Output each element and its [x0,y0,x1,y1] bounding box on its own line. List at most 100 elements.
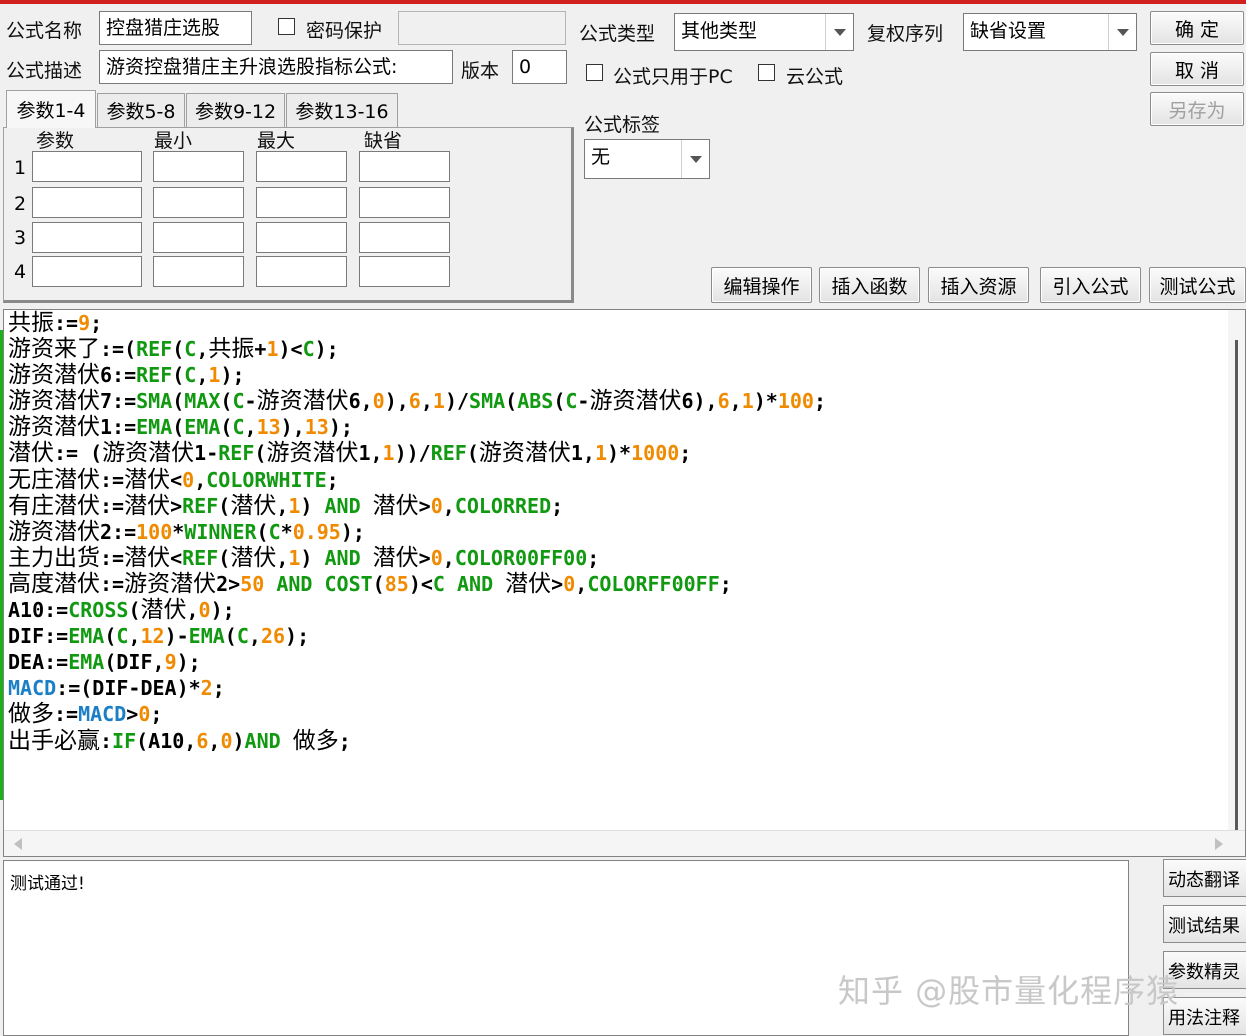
tab-params-1-4[interactable]: 参数1-4 [6,90,96,128]
tab-params-5-8[interactable]: 参数5-8 [97,93,185,127]
param-name-field[interactable] [32,256,142,287]
formula-code[interactable]: 共振:=9; 游资来了:=(REF(C,共振+1)<C); 游资潜伏6:=REF(C… [8,310,826,754]
code-token: 50 [240,571,265,596]
code-token: )* [753,389,778,414]
code-line[interactable]: 游资潜伏2:=100*WINNER(C*0.95); [8,519,826,545]
insert-function-button[interactable]: 插入函数 [819,267,920,303]
chevron-down-icon[interactable] [1108,14,1136,50]
code-line[interactable]: 潜伏:= (游资潜伏1-REF(游资潜伏1,1))/REF(游资潜伏1,1)*1… [8,440,826,466]
code-token: , [128,624,141,649]
code-token: 0 [138,702,151,727]
tab-params-13-16[interactable]: 参数13-16 [286,93,398,127]
editor-horizontal-scrollbar[interactable] [4,830,1245,856]
code-line[interactable]: 高度潜伏:=游资潜伏2>50 AND COST(85)<C AND 潜伏>0,C… [8,571,826,597]
param-max-field[interactable] [256,222,347,253]
code-token: ); [285,624,310,649]
test-output-text: 测试通过! [10,874,85,894]
param-min-field[interactable] [153,151,244,182]
param-default-field[interactable] [359,151,450,182]
param-default-field[interactable] [359,187,450,218]
code-token: ) [300,493,325,518]
code-line[interactable]: 游资潜伏6:=REF(C,1); [8,362,826,388]
test-result-button[interactable]: 测试结果 [1163,905,1246,943]
param-min-field[interactable] [153,187,244,218]
formula-editor[interactable]: 共振:=9; 游资来了:=(REF(C,共振+1)<C); 游资潜伏6:=REF(C… [3,309,1246,857]
tab-params-9-12[interactable]: 参数9-12 [186,93,285,127]
code-line[interactable]: 游资潜伏7:=SMA(MAX(C-游资潜伏6,0),6,1)/SMA(ABS(C… [8,388,826,414]
password-protect-checkbox[interactable] [278,18,295,35]
code-token: MAX [184,389,221,414]
test-formula-button[interactable]: 测试公式 [1149,267,1246,303]
param-row-number: 4 [14,261,27,283]
code-line[interactable]: 共振:=9; [8,310,826,336]
code-token: ( [172,389,185,414]
import-formula-button[interactable]: 引入公式 [1040,267,1141,303]
code-token: 0 [372,389,385,414]
scroll-right-icon[interactable] [1215,838,1223,850]
code-token: 出手必赢 [8,727,100,754]
formula-name-input[interactable]: 控盘猎庄选股 [99,11,252,45]
code-line[interactable]: DEA:=EMA(DIF,9); [8,649,826,675]
param-default-field[interactable] [359,222,450,253]
code-token: IF [112,728,137,753]
code-token: 1 [288,493,301,518]
formula-name-label: 公式名称 [6,20,83,42]
pc-only-checkbox[interactable] [586,64,603,81]
code-token: C [432,571,445,596]
cancel-button[interactable]: 取 消 [1150,52,1244,86]
code-line[interactable]: 无庄潜伏:=潜伏<0,COLORWHITE; [8,467,826,493]
code-token: 1 [266,337,279,362]
code-token: > [418,493,431,518]
param-header-max: 最大 [257,130,296,152]
cloud-formula-checkbox[interactable] [758,64,775,81]
editor-vertical-scrollbar[interactable] [1228,310,1245,830]
chevron-down-icon[interactable] [825,14,853,50]
param-name-field[interactable] [32,187,142,218]
code-token: , [729,389,742,414]
code-line[interactable]: 游资来了:=(REF(C,共振+1)<C); [8,336,826,362]
scroll-left-icon[interactable] [14,838,22,850]
code-line[interactable]: 出手必赢:IF(A10,6,0)AND 做多; [8,728,826,754]
code-token: 85 [384,571,409,596]
code-line[interactable]: A10:=CROSS(潜伏,0); [8,597,826,623]
formula-tag-select[interactable]: 无 [584,139,710,179]
code-line[interactable]: MACD:=(DIF-DEA)*2; [8,675,826,701]
param-max-field[interactable] [256,187,347,218]
code-token: 游资来了 [8,336,100,363]
formula-desc-input[interactable]: 游资控盘猎庄主升浪选股指标公式: [99,50,453,84]
param-max-field[interactable] [256,256,347,287]
dynamic-translate-button[interactable]: 动态翻译 [1163,859,1246,897]
ok-button[interactable]: 确 定 [1150,11,1244,45]
code-token: : [100,728,113,753]
param-default-field[interactable] [359,256,450,287]
code-token: ( [218,545,231,570]
param-name-field[interactable] [32,151,142,182]
code-token: REF [182,545,219,570]
code-line[interactable]: DIF:=EMA(C,12)-EMA(C,26); [8,623,826,649]
version-input[interactable]: 0 [512,50,567,84]
code-token: 2 [200,676,213,701]
scrollbar-thumb[interactable] [1235,340,1238,830]
chevron-down-icon[interactable] [681,140,709,178]
formula-type-select[interactable]: 其他类型 [674,13,854,51]
param-max-field[interactable] [256,151,347,182]
code-token: > [170,493,183,518]
code-line[interactable]: 主力出货:=潜伏<REF(潜伏,1) AND 潜伏>0,COLOR00FF00; [8,545,826,571]
code-token: 潜伏 [140,597,187,624]
param-min-field[interactable] [153,256,244,287]
param-min-field[interactable] [153,222,244,253]
code-token: AND [324,545,361,570]
code-token: - [244,389,257,414]
code-token: ( [256,519,269,544]
code-token: 9 [164,650,177,675]
code-token: , [208,728,221,753]
param-name-field[interactable] [32,222,142,253]
code-line[interactable]: 有庄潜伏:=潜伏>REF(潜伏,1) AND 潜伏>0,COLORRED; [8,493,826,519]
edit-operation-button[interactable]: 编辑操作 [711,267,812,303]
code-token: * [172,519,185,544]
restore-series-select[interactable]: 缺省设置 [963,13,1137,51]
code-line[interactable]: 做多:=MACD>0; [8,701,826,727]
code-token: ( [553,389,566,414]
code-line[interactable]: 游资潜伏1:=EMA(EMA(C,13),13); [8,414,826,440]
insert-resource-button[interactable]: 插入资源 [928,267,1029,303]
